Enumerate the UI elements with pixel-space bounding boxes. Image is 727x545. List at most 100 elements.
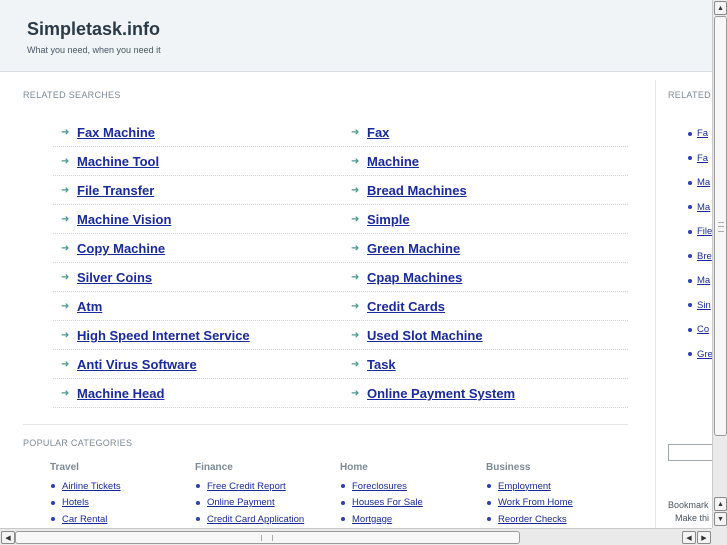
right-related-item[interactable]: Fa <box>688 128 708 139</box>
right-related-item[interactable]: Co <box>688 324 709 335</box>
category-heading[interactable]: Finance <box>195 462 304 473</box>
right-related-item[interactable]: Ma <box>688 177 710 188</box>
category-link[interactable]: Employment <box>498 481 551 492</box>
chevron-up-icon[interactable]: ▲ <box>714 1 727 15</box>
category-item[interactable]: Hotels <box>50 495 121 512</box>
related-search-item[interactable]: ➜ Fax Machine <box>61 118 155 147</box>
related-search-item[interactable]: ➜ Simple <box>351 205 410 234</box>
category-item[interactable]: Free Credit Report <box>195 478 304 495</box>
related-search-item[interactable]: ➜ High Speed Internet Service <box>61 321 250 350</box>
right-related-item[interactable]: Gre <box>688 349 712 360</box>
make-this-text[interactable]: Make thi <box>675 513 709 523</box>
right-related-link[interactable]: Ma <box>697 275 710 286</box>
right-related-link[interactable]: Co <box>697 324 709 335</box>
related-search-item[interactable]: ➜ Fax <box>351 118 389 147</box>
related-search-link[interactable]: Used Slot Machine <box>367 328 483 343</box>
related-search-item[interactable]: ➜ Copy Machine <box>61 234 165 263</box>
related-search-item[interactable]: ➜ Silver Coins <box>61 263 152 292</box>
related-search-item[interactable]: ➜ Cpap Machines <box>351 263 462 292</box>
related-search-link[interactable]: File Transfer <box>77 183 154 198</box>
related-search-link[interactable]: Machine Head <box>77 386 164 401</box>
category-link[interactable]: Foreclosures <box>352 481 407 492</box>
right-related-link[interactable]: Gre <box>697 349 712 360</box>
related-search-item[interactable]: ➜ Bread Machines <box>351 176 467 205</box>
vertical-scroll-thumb[interactable] <box>714 16 727 436</box>
right-related-item[interactable]: Ma <box>688 202 710 213</box>
category-link[interactable]: Mortgage <box>352 514 392 525</box>
right-related-link[interactable]: Fa <box>697 128 708 139</box>
chevron-left-icon[interactable]: ◀ <box>1 531 15 544</box>
category-item[interactable]: Employment <box>486 478 573 495</box>
category-item[interactable]: Credit Card Application <box>195 511 304 528</box>
right-related-link[interactable]: Ma <box>697 202 710 213</box>
related-search-link[interactable]: Atm <box>77 299 102 314</box>
right-related-link[interactable]: Ma <box>697 177 710 188</box>
related-search-item[interactable]: ➜ Anti Virus Software <box>61 350 197 379</box>
related-search-item[interactable]: ➜ Machine Vision <box>61 205 171 234</box>
category-link[interactable]: Work From Home <box>498 497 573 508</box>
category-item[interactable]: Airline Tickets <box>50 478 121 495</box>
related-search-link[interactable]: Anti Virus Software <box>77 357 197 372</box>
category-item[interactable]: Work From Home <box>486 495 573 512</box>
related-search-link[interactable]: Simple <box>367 212 410 227</box>
chevron-left-icon[interactable]: ◀ <box>682 531 696 544</box>
related-search-link[interactable]: Fax Machine <box>77 125 155 140</box>
right-search-input[interactable] <box>668 444 712 461</box>
related-search-link[interactable]: Copy Machine <box>77 241 165 256</box>
related-search-link[interactable]: Machine Tool <box>77 154 159 169</box>
right-related-link[interactable]: Sin <box>697 300 711 311</box>
category-item[interactable]: Houses For Sale <box>340 495 423 512</box>
category-item[interactable]: Car Rental <box>50 511 121 528</box>
related-search-item[interactable]: ➜ Used Slot Machine <box>351 321 483 350</box>
related-search-link[interactable]: Credit Cards <box>367 299 445 314</box>
related-search-item[interactable]: ➜ Green Machine <box>351 234 460 263</box>
related-search-link[interactable]: Fax <box>367 125 389 140</box>
right-related-item[interactable]: File <box>688 226 712 237</box>
related-search-link[interactable]: Machine <box>367 154 419 169</box>
category-link[interactable]: Credit Card Application <box>207 514 304 525</box>
category-link[interactable]: Airline Tickets <box>62 481 121 492</box>
horizontal-scroll-thumb[interactable] <box>15 531 520 544</box>
related-search-item[interactable]: ➜ Machine <box>351 147 419 176</box>
chevron-right-icon[interactable]: ▶ <box>697 531 711 544</box>
related-search-item[interactable]: ➜ Machine Tool <box>61 147 159 176</box>
related-search-item[interactable]: ➜ Atm <box>61 292 102 321</box>
category-link[interactable]: Reorder Checks <box>498 514 567 525</box>
right-related-link[interactable]: Fa <box>697 153 708 164</box>
category-link[interactable]: Free Credit Report <box>207 481 286 492</box>
related-search-link[interactable]: Online Payment System <box>367 386 515 401</box>
category-link[interactable]: Online Payment <box>207 497 275 508</box>
category-item[interactable]: Foreclosures <box>340 478 423 495</box>
related-search-link[interactable]: Machine Vision <box>77 212 171 227</box>
related-search-link[interactable]: High Speed Internet Service <box>77 328 250 343</box>
chevron-up-icon[interactable]: ▲ <box>714 497 727 511</box>
related-search-link[interactable]: Green Machine <box>367 241 460 256</box>
related-search-link[interactable]: Task <box>367 357 396 372</box>
related-search-item[interactable]: ➜ Task <box>351 350 396 379</box>
category-link[interactable]: Hotels <box>62 497 89 508</box>
related-search-item[interactable]: ➜ File Transfer <box>61 176 154 205</box>
right-related-item[interactable]: Bre <box>688 251 712 262</box>
related-search-link[interactable]: Cpap Machines <box>367 270 462 285</box>
category-link[interactable]: Car Rental <box>62 514 107 525</box>
related-search-item[interactable]: ➜ Online Payment System <box>351 379 515 408</box>
category-heading[interactable]: Business <box>486 462 573 473</box>
category-item[interactable]: Reorder Checks <box>486 511 573 528</box>
related-search-link[interactable]: Bread Machines <box>367 183 467 198</box>
right-related-item[interactable]: Fa <box>688 153 708 164</box>
vertical-scrollbar[interactable]: ▲ ▲ ▼ <box>712 0 727 528</box>
category-item[interactable]: Online Payment <box>195 495 304 512</box>
site-title[interactable]: Simpletask.info <box>27 19 160 40</box>
bookmark-text[interactable]: Bookmark <box>668 500 709 510</box>
related-search-item[interactable]: ➜ Credit Cards <box>351 292 445 321</box>
right-related-item[interactable]: Ma <box>688 275 710 286</box>
right-related-link[interactable]: File <box>697 226 712 237</box>
related-search-link[interactable]: Silver Coins <box>77 270 152 285</box>
right-related-link[interactable]: Bre <box>697 251 712 262</box>
category-heading[interactable]: Travel <box>50 462 121 473</box>
category-heading[interactable]: Home <box>340 462 423 473</box>
category-item[interactable]: Mortgage <box>340 511 423 528</box>
category-link[interactable]: Houses For Sale <box>352 497 423 508</box>
horizontal-scrollbar[interactable]: ◀ ◀ ▶ <box>0 528 712 545</box>
right-related-item[interactable]: Sin <box>688 300 711 311</box>
